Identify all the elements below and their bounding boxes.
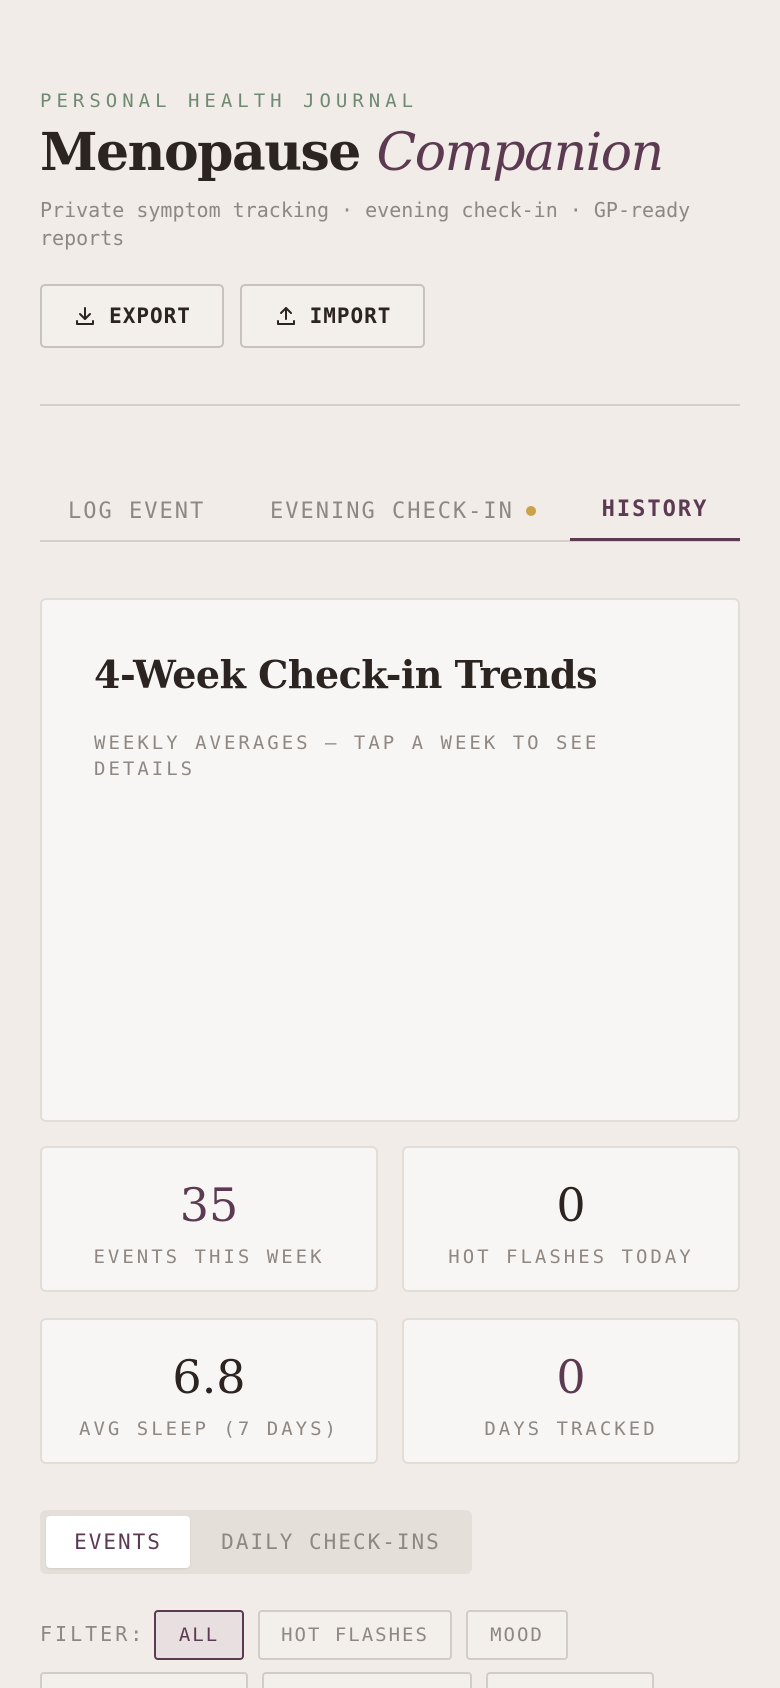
app-eyebrow: PERSONAL HEALTH JOURNAL [40, 90, 419, 112]
header-divider [40, 404, 740, 406]
stat-value: 6.8 [172, 1350, 246, 1404]
filter-chip-partial[interactable] [40, 1672, 248, 1688]
filter-chip-partial[interactable] [486, 1672, 654, 1688]
download-icon [76, 307, 95, 325]
page-title: Menopause Companion [40, 122, 664, 183]
tab-log-event-label: LOG EVENT [68, 498, 206, 524]
stat-card-avg-sleep: 6.8 AVG SLEEP (7 DAYS) [40, 1318, 378, 1464]
stat-label: HOT FLASHES TODAY [448, 1246, 694, 1268]
main-tabs: LOG EVENT EVENING CHECK-IN HISTORY [40, 480, 740, 542]
segment-events[interactable]: EVENTS [46, 1516, 190, 1568]
tab-log-event[interactable]: LOG EVENT [68, 480, 205, 542]
stat-card-hot-flashes-today: 0 HOT FLASHES TODAY [402, 1146, 740, 1292]
filter-label: FILTER: [40, 1622, 146, 1646]
filter-chip-mood[interactable]: MOOD [466, 1610, 568, 1660]
trends-card: 4-Week Check-in Trends WEEKLY AVERAGES —… [40, 598, 740, 1122]
filter-chip-all[interactable]: ALL [154, 1610, 244, 1660]
page-subtitle: Private symptom tracking · evening check… [40, 198, 691, 250]
trends-title: 4-Week Check-in Trends [94, 652, 597, 697]
filter-chip-partial[interactable] [262, 1672, 472, 1688]
tab-evening-check-in[interactable]: EVENING CHECK-IN [270, 480, 536, 542]
stat-label: AVG SLEEP (7 DAYS) [79, 1418, 339, 1440]
upload-icon [276, 307, 295, 325]
tab-evening-check-in-label: EVENING CHECK-IN [270, 498, 514, 524]
notification-dot [525, 506, 536, 516]
history-view-toggle: EVENTS DAILY CHECK-INS [40, 1510, 472, 1574]
export-label: EXPORT [109, 304, 191, 328]
export-button[interactable]: EXPORT [40, 284, 224, 348]
import-label: IMPORT [309, 304, 392, 328]
title-main: Menopause [40, 122, 361, 183]
app-page: PERSONAL HEALTH JOURNAL Menopause Compan… [0, 0, 780, 1688]
stat-label: EVENTS THIS WEEK [93, 1246, 325, 1268]
stat-value: 0 [556, 1178, 586, 1232]
filter-chip-hot-flashes[interactable]: HOT FLASHES [258, 1610, 452, 1660]
stat-value: 0 [556, 1350, 586, 1404]
stat-value: 35 [179, 1178, 239, 1232]
stat-card-days-tracked: 0 DAYS TRACKED [402, 1318, 740, 1464]
trends-subtitle: WEEKLY AVERAGES — TAP A WEEK TO SEE DETA… [94, 732, 600, 780]
tab-history[interactable]: HISTORY [570, 480, 740, 541]
title-accent: Companion [376, 123, 664, 183]
stat-label: DAYS TRACKED [484, 1418, 658, 1440]
segment-daily-check-ins[interactable]: DAILY CHECK-INS [206, 1516, 456, 1568]
import-button[interactable]: IMPORT [240, 284, 425, 348]
stat-card-events-week: 35 EVENTS THIS WEEK [40, 1146, 378, 1292]
tab-history-label: HISTORY [601, 496, 709, 522]
